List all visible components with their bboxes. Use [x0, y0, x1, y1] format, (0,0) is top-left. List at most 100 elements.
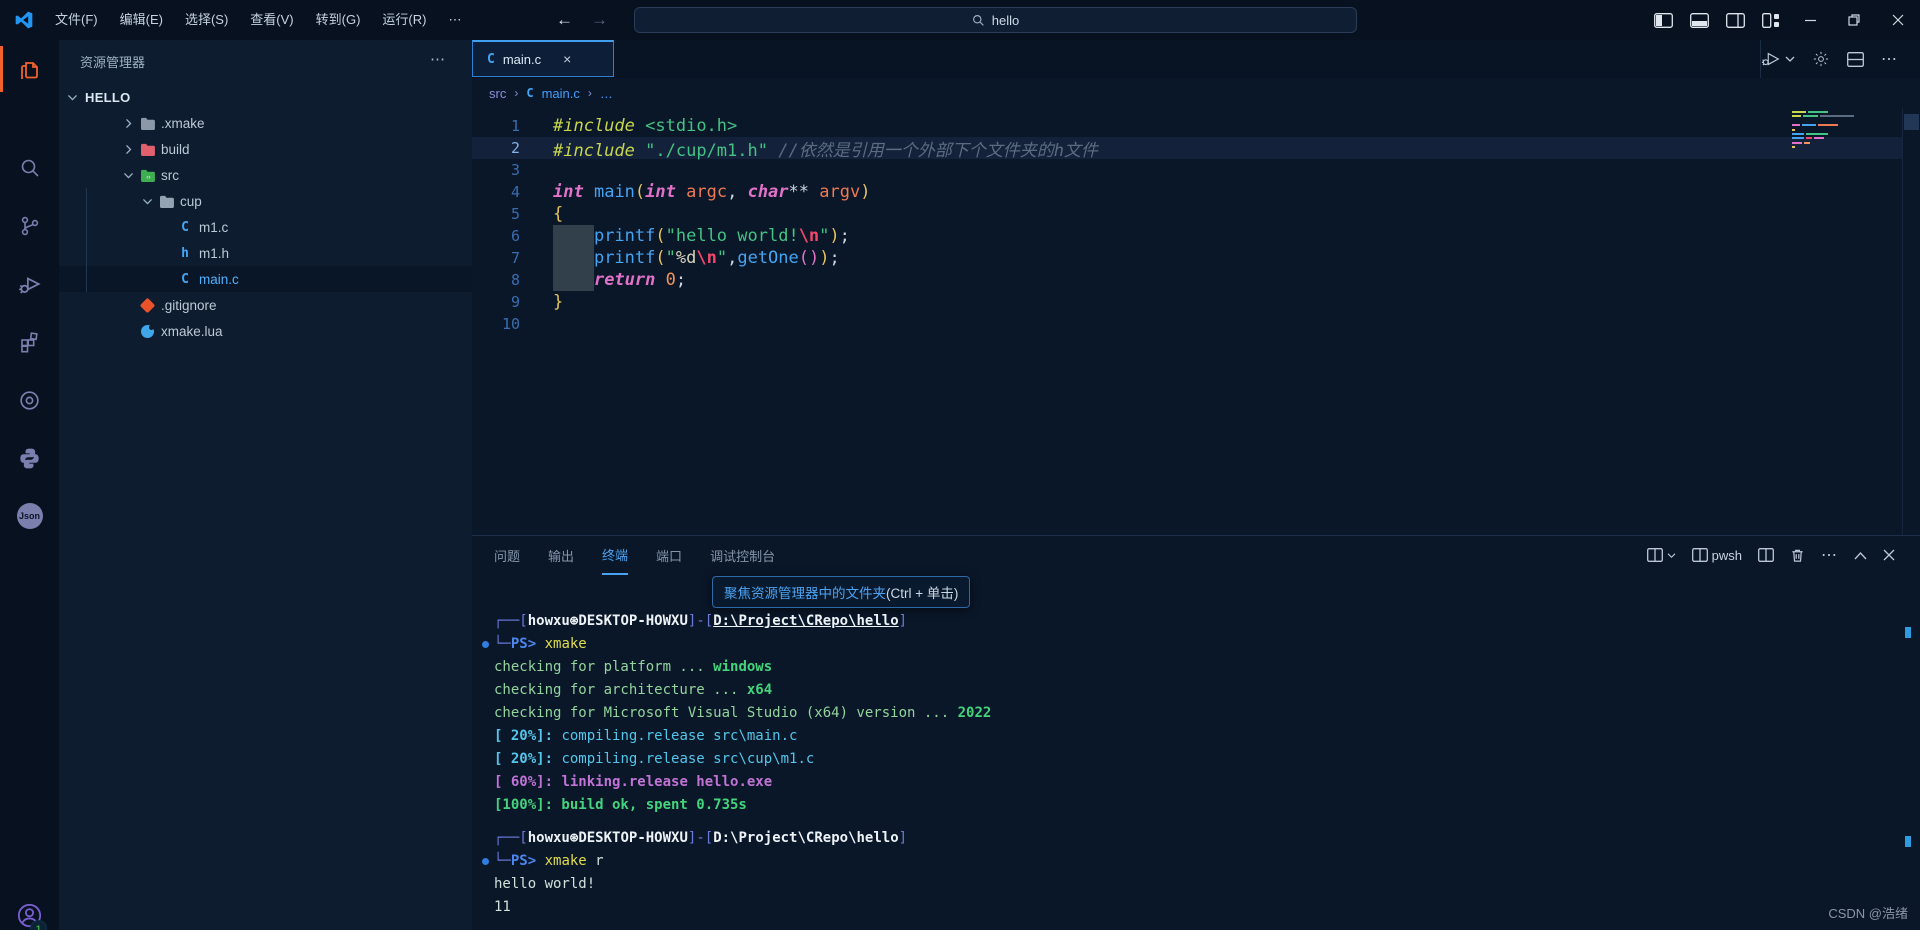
tree-item-label: cup — [180, 194, 202, 209]
menu-more[interactable]: ⋯ — [437, 0, 472, 40]
tree-item-label: src — [161, 168, 179, 183]
chevron-down-icon[interactable] — [63, 91, 81, 104]
code-line-10: 10 — [472, 313, 1098, 335]
terminal-line-11: └─PS> xmake r — [494, 850, 991, 873]
terminal-line-5: [ 20%]: compiling.release src\main.c — [494, 725, 991, 748]
explorer-icon[interactable] — [0, 42, 59, 98]
tab-close-icon[interactable]: × — [563, 51, 571, 67]
vscode-window: 文件(F)编辑(E)选择(S)查看(V)转到(G)运行(R)⋯ ← → hell… — [0, 0, 1920, 930]
toggle-panel-icon[interactable] — [1690, 13, 1709, 28]
sidebar-more-actions[interactable]: ⋯ — [430, 50, 446, 68]
menu-item-3[interactable]: 查看(V) — [239, 0, 304, 40]
git-file-icon — [137, 300, 157, 311]
command-decoration-dot[interactable] — [482, 858, 489, 865]
search-sidebar-icon[interactable] — [0, 140, 59, 196]
forward-arrow-icon[interactable]: → — [591, 10, 608, 30]
close-panel-icon[interactable] — [1883, 549, 1895, 561]
editor-tab-bar: C main.c × ⋯ — [472, 40, 1920, 79]
editor-scrollbar[interactable] — [1902, 108, 1920, 535]
restore-button[interactable] — [1832, 0, 1876, 40]
tree-item-main.c[interactable]: Cmain.c — [59, 266, 472, 292]
vscode-logo-icon — [14, 10, 34, 30]
breadcrumb-file[interactable]: main.c — [542, 86, 580, 101]
json-icon[interactable]: Json — [0, 488, 59, 544]
split-editor-icon[interactable] — [1847, 52, 1864, 67]
launch-profile-button[interactable] — [1647, 548, 1676, 562]
menu-item-2[interactable]: 选择(S) — [174, 0, 239, 40]
chevron-down-icon[interactable] — [138, 195, 156, 208]
panel-tab-输出[interactable]: 输出 — [548, 537, 574, 574]
tree-item-m1.h[interactable]: hm1.h — [59, 240, 472, 266]
code-line-5: 5{ — [472, 203, 1098, 225]
line-number: 5 — [472, 205, 553, 223]
toggle-secondary-sidebar-icon[interactable] — [1726, 13, 1745, 28]
terminal-path-link[interactable]: D:\Project\CRepo\hello — [713, 613, 898, 629]
panel-tab-终端[interactable]: 终端 — [602, 536, 628, 575]
menu-item-5[interactable]: 运行(R) — [371, 0, 437, 40]
file-tree: HELLO .xmakebuild‹›src cup Cm1.chm1.hCmain.… — [59, 84, 472, 344]
panel-more-actions-icon[interactable]: ⋯ — [1821, 545, 1838, 565]
tab-main-c[interactable]: C main.c × — [472, 40, 614, 77]
split-terminal-icon[interactable] — [1758, 548, 1774, 562]
c-file-icon: C — [175, 272, 195, 287]
run-debug-button[interactable] — [1761, 50, 1795, 68]
panel-tab-问题[interactable]: 问题 — [494, 537, 520, 574]
terminal-instance[interactable]: pwsh — [1692, 548, 1742, 563]
command-decoration-dot[interactable] — [482, 641, 489, 648]
maximize-panel-icon[interactable] — [1854, 551, 1867, 560]
terminal-scroll-mark — [1905, 627, 1911, 638]
tree-item-src[interactable]: ‹›src — [59, 162, 472, 188]
kill-terminal-icon[interactable] — [1790, 548, 1805, 563]
account-icon[interactable] — [0, 887, 59, 930]
terminal-line-0: ┌──[howxu⊛DESKTOP-HOWXU]-[D:\Project\CRe… — [494, 610, 991, 633]
tree-item-label: xmake.lua — [161, 324, 223, 339]
tree-item-label: HELLO — [85, 90, 131, 105]
minimize-button[interactable] — [1788, 0, 1832, 40]
close-window-button[interactable] — [1876, 0, 1920, 40]
title-bar: 文件(F)编辑(E)选择(S)查看(V)转到(G)运行(R)⋯ ← → hell… — [0, 0, 1920, 40]
back-arrow-icon[interactable]: ← — [556, 10, 573, 30]
menu-item-4[interactable]: 转到(G) — [305, 0, 372, 40]
panel-tab-调试控制台[interactable]: 调试控制台 — [710, 537, 775, 574]
tooltip-suffix: (Ctrl + 单击) — [886, 582, 958, 602]
line-number: 6 — [472, 227, 553, 245]
tree-item-.gitignore[interactable]: .gitignore — [59, 292, 472, 318]
breadcrumb-symbol[interactable]: … — [600, 86, 613, 101]
command-search-input[interactable]: hello — [634, 7, 1357, 33]
menu-item-0[interactable]: 文件(F) — [44, 0, 109, 40]
toggle-sidebar-icon[interactable] — [1654, 13, 1673, 28]
scrollbar-slider[interactable] — [1904, 114, 1919, 130]
chevron-down-icon[interactable] — [119, 169, 137, 182]
chevron-right-icon[interactable] — [119, 117, 137, 130]
code-editor[interactable]: 1#include <stdio.h>2#include "./cup/m1.h… — [472, 108, 1920, 535]
breadcrumb-src[interactable]: src — [489, 86, 506, 101]
customize-layout-icon[interactable] — [1762, 13, 1780, 28]
source-control-icon[interactable] — [0, 198, 59, 254]
more-actions-icon[interactable]: ⋯ — [1881, 49, 1898, 69]
target-icon[interactable] — [0, 372, 59, 428]
tree-item-cup[interactable]: cup — [59, 188, 472, 214]
menu-bar: 文件(F)编辑(E)选择(S)查看(V)转到(G)运行(R)⋯ — [44, 0, 472, 40]
terminal-line-4: checking for Microsoft Visual Studio (x6… — [494, 702, 991, 725]
terminal-output[interactable]: ┌──[howxu⊛DESKTOP-HOWXU]-[D:\Project\CRe… — [494, 610, 991, 919]
tree-item-build[interactable]: build — [59, 136, 472, 162]
minimap[interactable] — [1792, 111, 1854, 151]
terminal-line-6: [ 20%]: compiling.release src\cup\m1.c — [494, 748, 991, 771]
breadcrumb[interactable]: src › C main.c › … — [472, 78, 1920, 108]
chevron-right-icon[interactable] — [119, 143, 137, 156]
nav-arrows: ← → — [556, 0, 608, 40]
extensions-icon[interactable] — [0, 314, 59, 370]
menu-item-1[interactable]: 编辑(E) — [109, 0, 174, 40]
python-icon[interactable] — [0, 430, 59, 486]
tree-item-.xmake[interactable]: .xmake — [59, 110, 472, 136]
tree-item-HELLO[interactable]: HELLO — [59, 84, 472, 110]
panel-tab-端口[interactable]: 端口 — [656, 537, 682, 574]
tree-item-xmake.lua[interactable]: xmake.lua — [59, 318, 472, 344]
run-debug-icon[interactable] — [0, 256, 59, 312]
tree-item-m1.c[interactable]: Cm1.c — [59, 214, 472, 240]
terminal-line-1: └─PS> xmake — [494, 633, 991, 656]
gear-icon[interactable] — [1812, 50, 1830, 68]
terminal-line-2: checking for platform ... windows — [494, 656, 991, 679]
activity-bar: Json 1 — [0, 40, 59, 930]
tooltip-link[interactable]: 聚焦资源管理器中的文件夹 — [724, 582, 886, 602]
